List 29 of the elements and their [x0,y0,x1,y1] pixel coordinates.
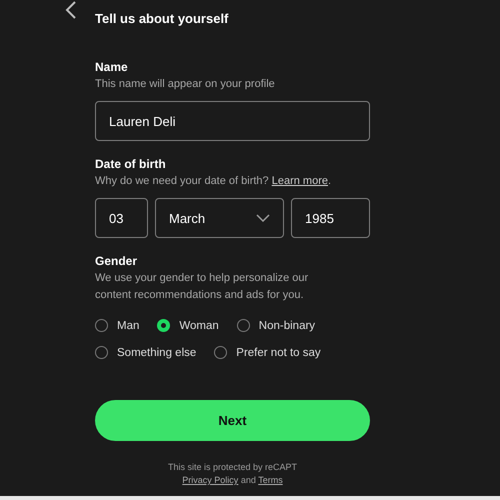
recaptcha-notice: This site is protected by reCAPT [166,461,298,474]
gender-option[interactable]: Woman [157,312,219,339]
radio-icon[interactable] [214,346,228,359]
privacy-policy-link[interactable]: Privacy Policy [182,475,238,485]
radio-icon[interactable] [95,346,108,359]
gender-hint: We use your gender to help personalize our content recommendations and ads for you. [95,271,310,303]
year-field[interactable]: 1985 [291,198,370,238]
learn-more-link[interactable]: Learn more [272,175,328,187]
date-of-birth-label: Date of birth [95,157,167,171]
gender-label: Gender [95,254,138,268]
back-icon[interactable] [65,0,77,20]
name-label: Name [95,60,129,74]
name-field[interactable]: Lauren Deli [95,101,370,141]
terms-link[interactable]: Terms [258,475,283,485]
day-field[interactable]: 03 [95,198,148,238]
gender-option[interactable]: Prefer not to say [214,339,321,366]
gender-option[interactable]: Something else [95,339,196,366]
radio-icon[interactable] [157,319,170,332]
radio-icon[interactable] [236,319,250,332]
date-of-birth-hint: Why do we need your date of birth? Learn more. [95,174,332,189]
name-hint: This name will appear on your profile [95,77,276,92]
next-button[interactable]: Next [95,400,370,441]
page-title: Tell us about yourself [95,11,230,26]
and-text: and [240,475,256,485]
chevron-down-icon [256,214,270,222]
gender-option[interactable]: Man [95,312,140,339]
month-dropdown[interactable]: March [155,198,284,238]
gender-option[interactable]: Non-binary [236,312,316,339]
radio-icon[interactable] [95,319,108,332]
